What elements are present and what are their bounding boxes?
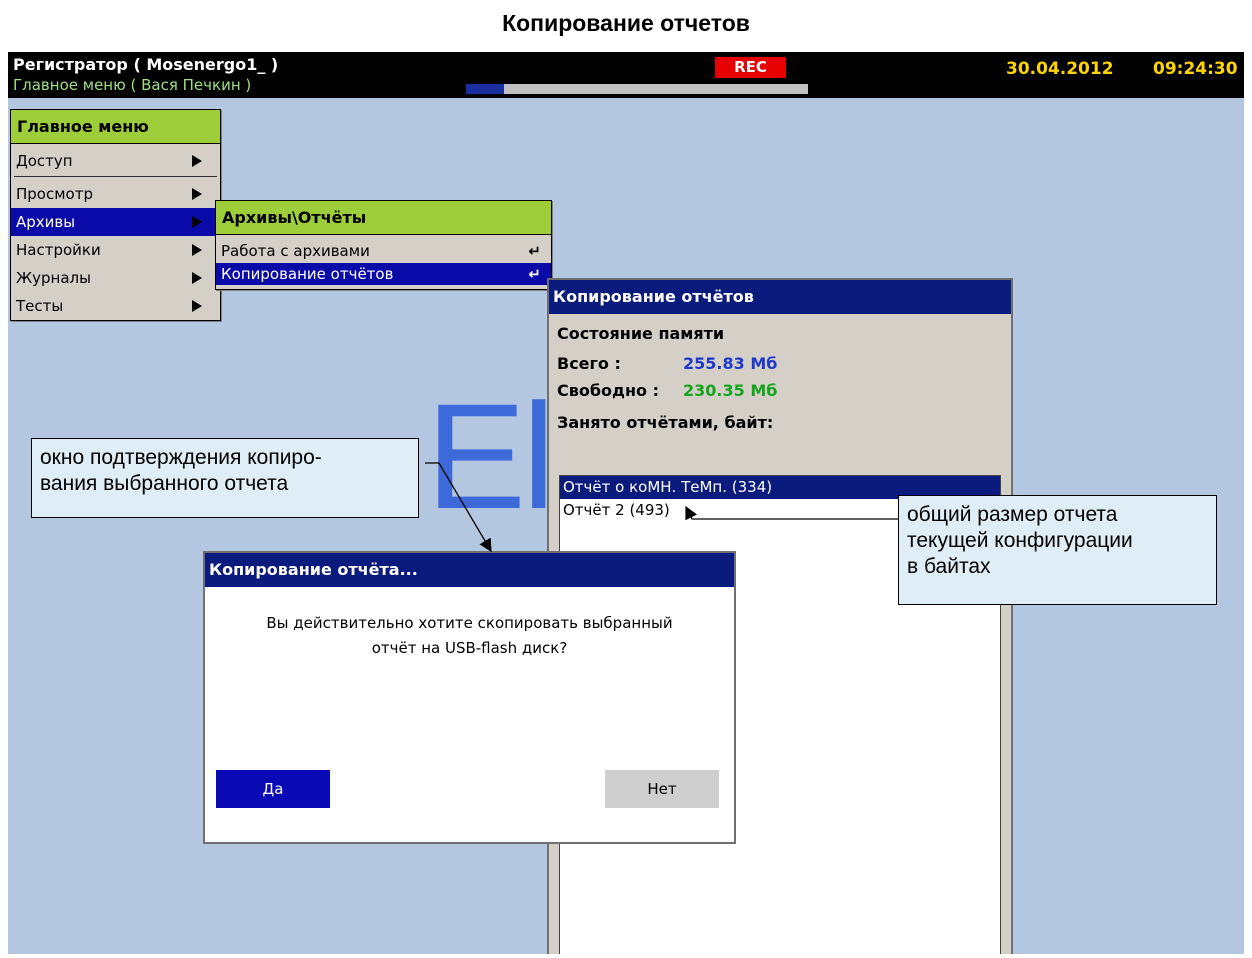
- callout-leaders: [425, 462, 898, 553]
- leader-line-size: [685, 505, 898, 521]
- leader-line-confirm: [425, 462, 492, 553]
